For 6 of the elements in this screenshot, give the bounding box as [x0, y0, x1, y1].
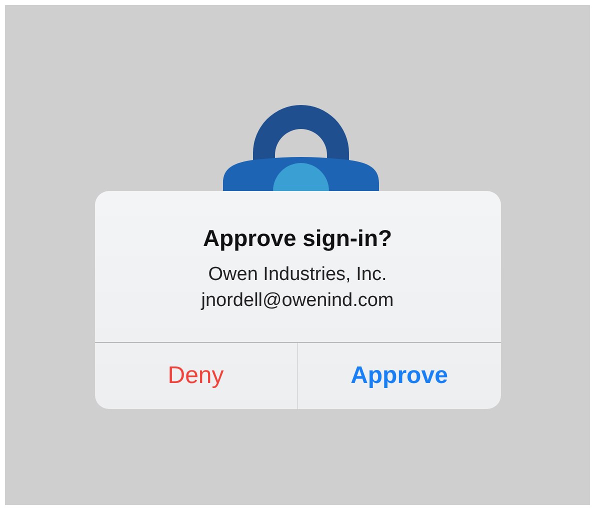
alert-button[interactable]: Deny — [94, 343, 297, 409]
alert-message: jnordell@owenind.com — [201, 289, 394, 313]
alert-message: Owen Industries, Inc. — [208, 263, 387, 287]
alert-title: Approve sign-in? — [202, 225, 392, 252]
lock-icon — [222, 105, 378, 191]
alert-button[interactable]: Approve — [297, 343, 500, 409]
